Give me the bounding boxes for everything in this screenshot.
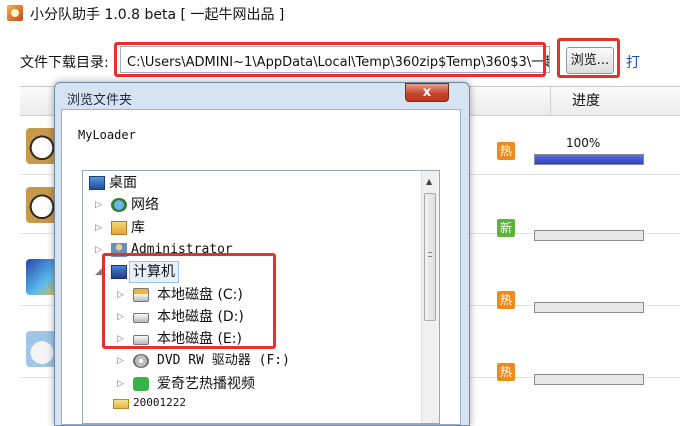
library-icon bbox=[111, 221, 127, 235]
highlight-box-path bbox=[114, 42, 546, 77]
progress-column-header[interactable]: 进度 bbox=[550, 87, 621, 115]
tree-label: 爱奇艺热播视频 bbox=[157, 376, 255, 392]
collapse-arrow-icon[interactable]: ◢ bbox=[95, 262, 102, 282]
hot-tag: 热 bbox=[497, 291, 515, 309]
highlight-box-disks bbox=[102, 253, 276, 349]
tree-node-partial[interactable]: 20001222 bbox=[95, 396, 315, 417]
hot-tag: 热 bbox=[497, 142, 515, 160]
desktop-icon bbox=[89, 176, 105, 190]
download-dir-row: 文件下载目录: C:\Users\ADMINI~1\AppData\Local\… bbox=[0, 38, 680, 78]
tree-label: 20001222 bbox=[133, 396, 186, 409]
dialog-description: MyLoader bbox=[78, 128, 136, 142]
folder-icon bbox=[113, 399, 129, 409]
progress-percent: 100% bbox=[566, 136, 601, 150]
dialog-close-button[interactable]: x bbox=[405, 83, 449, 102]
tree-label: 桌面 bbox=[109, 175, 137, 191]
expand-arrow-icon[interactable]: ▷ bbox=[117, 374, 124, 394]
download-dir-label: 文件下载目录: bbox=[20, 55, 109, 71]
progress-fill bbox=[535, 155, 643, 164]
scroll-up-arrow-icon[interactable]: ▲ bbox=[426, 177, 432, 186]
expand-arrow-icon[interactable]: ▷ bbox=[117, 351, 124, 371]
tree-scrollbar[interactable]: ▲ bbox=[421, 171, 439, 423]
tree-label: 库 bbox=[131, 220, 145, 236]
open-dir-link[interactable]: 打 bbox=[626, 52, 640, 72]
app-icon bbox=[7, 5, 23, 21]
iqiyi-icon bbox=[133, 377, 149, 391]
hot-tag: 热 bbox=[497, 363, 515, 381]
expand-arrow-icon[interactable]: ▷ bbox=[95, 195, 102, 215]
tree-node-iqiyi[interactable]: ▷ 爱奇艺热播视频 bbox=[117, 374, 337, 394]
expand-arrow-icon[interactable]: ▷ bbox=[95, 218, 102, 238]
highlight-box-browse bbox=[557, 38, 620, 78]
network-icon bbox=[111, 198, 127, 212]
tree-node-desktop[interactable]: 桌面 bbox=[87, 173, 287, 193]
progress-bar bbox=[534, 154, 644, 165]
tree-node-library[interactable]: ▷ 库 bbox=[95, 218, 295, 238]
scrollbar-thumb[interactable] bbox=[424, 193, 436, 321]
dvd-drive-icon bbox=[133, 354, 149, 368]
tree-label: DVD RW 驱动器 (F:) bbox=[157, 353, 290, 368]
dialog-title: 浏览文件夹 bbox=[67, 93, 133, 108]
title-bar: 小分队助手 1.0.8 beta [ 一起牛网出品 ] bbox=[0, 0, 680, 26]
expand-arrow-icon[interactable]: ▷ bbox=[95, 240, 102, 260]
scroll-grip-icon bbox=[428, 252, 432, 257]
tree-node-network[interactable]: ▷ 网络 bbox=[95, 195, 295, 215]
window-title: 小分队助手 1.0.8 beta [ 一起牛网出品 ] bbox=[30, 7, 285, 23]
progress-bar bbox=[534, 302, 644, 313]
progress-bar bbox=[534, 230, 644, 241]
tree-label: 网络 bbox=[131, 197, 159, 213]
tree-node-dvd[interactable]: ▷ DVD RW 驱动器 (F:) bbox=[117, 351, 337, 371]
progress-bar bbox=[534, 374, 644, 385]
new-tag: 新 bbox=[497, 219, 515, 237]
